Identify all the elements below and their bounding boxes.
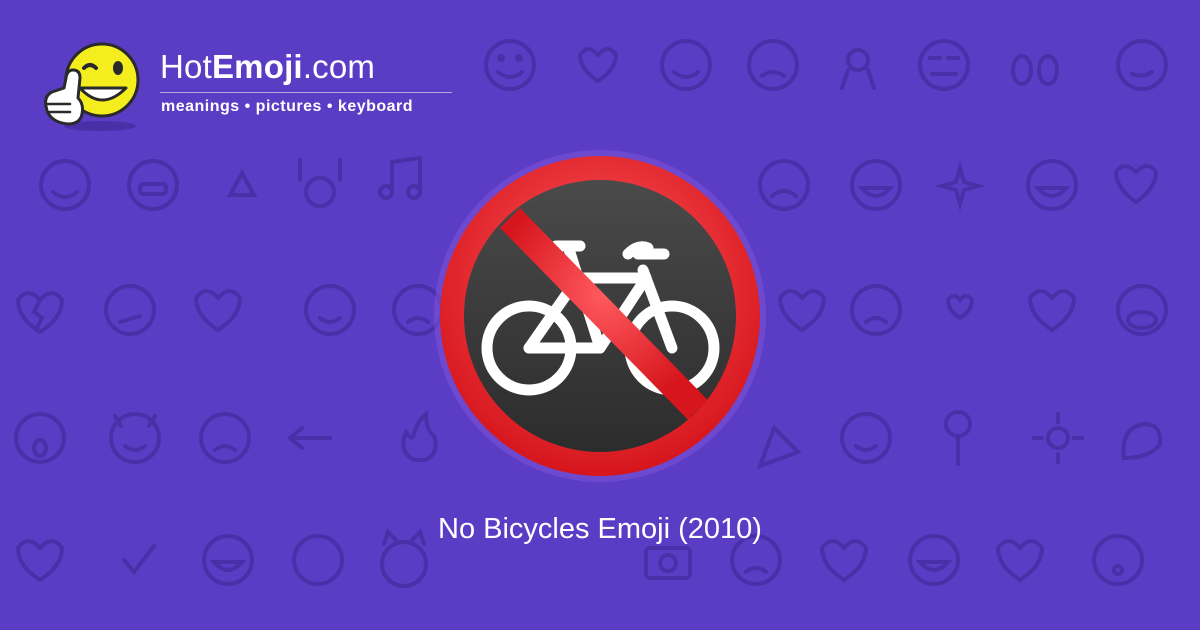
pattern-stuck-out-tongue-icon bbox=[840, 412, 892, 464]
pattern-expressionless-icon bbox=[918, 39, 970, 91]
pattern-heart-arrow-icon bbox=[777, 289, 827, 333]
site-name-suffix: .com bbox=[302, 48, 376, 85]
no-bicycles-icon bbox=[434, 150, 766, 482]
pattern-notes-icon bbox=[378, 156, 422, 200]
pattern-two-hearts-icon bbox=[577, 47, 619, 84]
site-name: HotEmoji.com bbox=[160, 48, 375, 86]
pattern-angry-icon bbox=[199, 412, 251, 464]
pattern-grinning-icon bbox=[850, 159, 902, 211]
pattern-sparkles-icon bbox=[934, 160, 986, 212]
pattern-flexed-biceps-icon bbox=[1121, 421, 1163, 461]
pattern-rose-icon bbox=[944, 410, 972, 466]
pattern-striped-heart-icon bbox=[193, 289, 243, 333]
pattern-grimacing-icon bbox=[127, 159, 179, 211]
share-card: HotEmoji.com meanings • pictures • keybo… bbox=[0, 0, 1200, 630]
pattern-check-mark-icon bbox=[122, 544, 156, 576]
pattern-camera-icon bbox=[644, 546, 692, 580]
pattern-relieved-icon bbox=[39, 159, 91, 211]
site-name-prefix: Hot bbox=[160, 48, 212, 85]
pattern-smirk-icon bbox=[1116, 39, 1168, 91]
pattern-recycle-icon bbox=[226, 168, 258, 197]
pattern-smiley-icon bbox=[660, 39, 712, 91]
pattern-smiling-imp-icon bbox=[109, 412, 161, 464]
thumbs-up-wink-smiley-icon bbox=[44, 42, 140, 131]
pattern-see-no-evil-monkey-icon bbox=[1116, 284, 1168, 336]
brand-header[interactable]: HotEmoji.com meanings • pictures • keybo… bbox=[38, 34, 468, 134]
pattern-eyes-icon bbox=[1011, 54, 1059, 86]
pattern-striped-heart-icon bbox=[819, 539, 869, 583]
emoji-title: No Bicycles Emoji (2010) bbox=[438, 513, 762, 545]
pattern-striped-heart-icon bbox=[15, 539, 65, 583]
pattern-weary-icon bbox=[850, 284, 902, 336]
pattern-heart-icon bbox=[995, 539, 1045, 583]
pattern-heart-eyes-icon bbox=[945, 294, 975, 321]
pattern-ok-hand-icon bbox=[840, 48, 876, 90]
pattern-confused-icon bbox=[104, 284, 156, 336]
pattern-raised-hands-icon bbox=[298, 158, 342, 208]
pattern-smiley-icon bbox=[484, 39, 536, 91]
site-name-bold: Emoji bbox=[211, 48, 303, 85]
pattern-fire-icon bbox=[401, 409, 438, 462]
pattern-sun-icon bbox=[1032, 412, 1084, 464]
brand-divider bbox=[160, 92, 452, 93]
pattern-weary-icon bbox=[747, 39, 799, 91]
pattern-broken-heart-icon bbox=[15, 291, 65, 335]
pattern-grinning-icon bbox=[1026, 159, 1078, 211]
site-tagline: meanings • pictures • keyboard bbox=[161, 98, 414, 115]
pattern-heart-icon bbox=[1027, 289, 1077, 333]
pattern-winking-tongue-icon bbox=[304, 284, 356, 336]
pattern-left-arrow-icon bbox=[288, 426, 332, 450]
pattern-screaming-icon bbox=[14, 412, 66, 464]
pattern-striped-heart-icon bbox=[1113, 164, 1159, 205]
